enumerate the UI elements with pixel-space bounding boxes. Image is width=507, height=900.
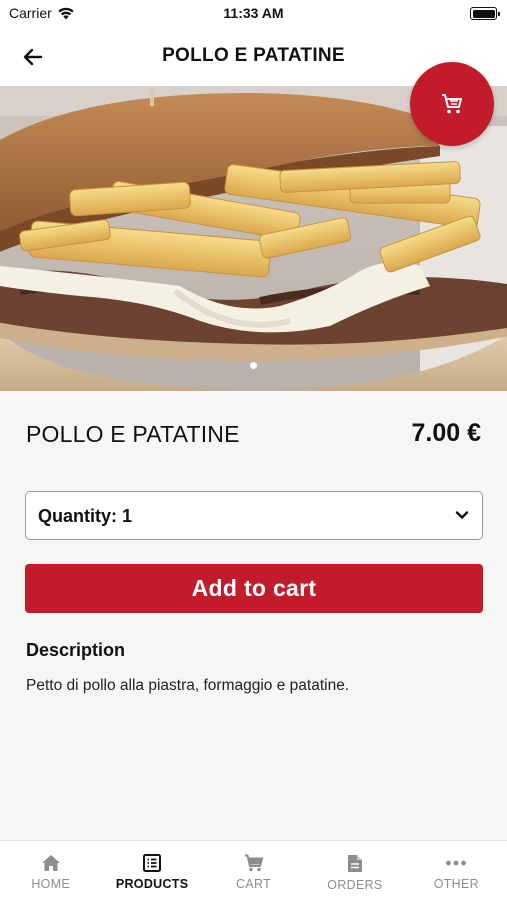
add-to-cart-button[interactable]: Add to cart bbox=[25, 564, 483, 613]
tab-home[interactable]: HOME bbox=[0, 841, 101, 900]
battery-icon bbox=[470, 7, 500, 20]
cart-icon bbox=[442, 94, 462, 114]
more-icon bbox=[446, 860, 467, 866]
tab-label: PRODUCTS bbox=[115, 877, 189, 891]
cart-button[interactable] bbox=[410, 62, 494, 146]
tab-label: ORDERS bbox=[327, 878, 383, 892]
tab-label: HOME bbox=[31, 877, 71, 891]
chevron-down-icon bbox=[455, 511, 469, 519]
description-text: Petto di pollo alla piastra, formaggio e… bbox=[26, 677, 350, 694]
status-time: 11:33 AM bbox=[223, 5, 284, 21]
carousel-dots bbox=[0, 362, 507, 369]
description-heading: Description bbox=[26, 640, 126, 660]
bottom-tab-bar: HOME PRODUCTS CART ORDERS OTHER bbox=[0, 840, 507, 900]
carousel-dot[interactable] bbox=[250, 362, 257, 369]
cart-icon bbox=[244, 854, 263, 872]
tab-other[interactable]: OTHER bbox=[406, 841, 507, 900]
list-icon bbox=[143, 854, 162, 872]
tab-orders[interactable]: ORDERS bbox=[304, 841, 405, 900]
tab-label: CART bbox=[236, 877, 272, 891]
document-icon bbox=[347, 855, 362, 872]
quantity-label: Quantity: 1 bbox=[38, 506, 133, 526]
quantity-select[interactable]: Quantity: 1 bbox=[25, 491, 483, 540]
tab-cart[interactable]: CART bbox=[203, 841, 304, 900]
home-icon bbox=[41, 855, 60, 871]
tab-products[interactable]: PRODUCTS bbox=[101, 841, 202, 900]
page-title: POLLO E PATATINE bbox=[162, 45, 345, 66]
status-bar: Carrier 11:33 AM bbox=[0, 0, 507, 28]
tab-label: OTHER bbox=[433, 877, 479, 891]
product-name: POLLO E PATATINE bbox=[26, 421, 240, 447]
product-price: 7.00 € bbox=[411, 419, 481, 447]
